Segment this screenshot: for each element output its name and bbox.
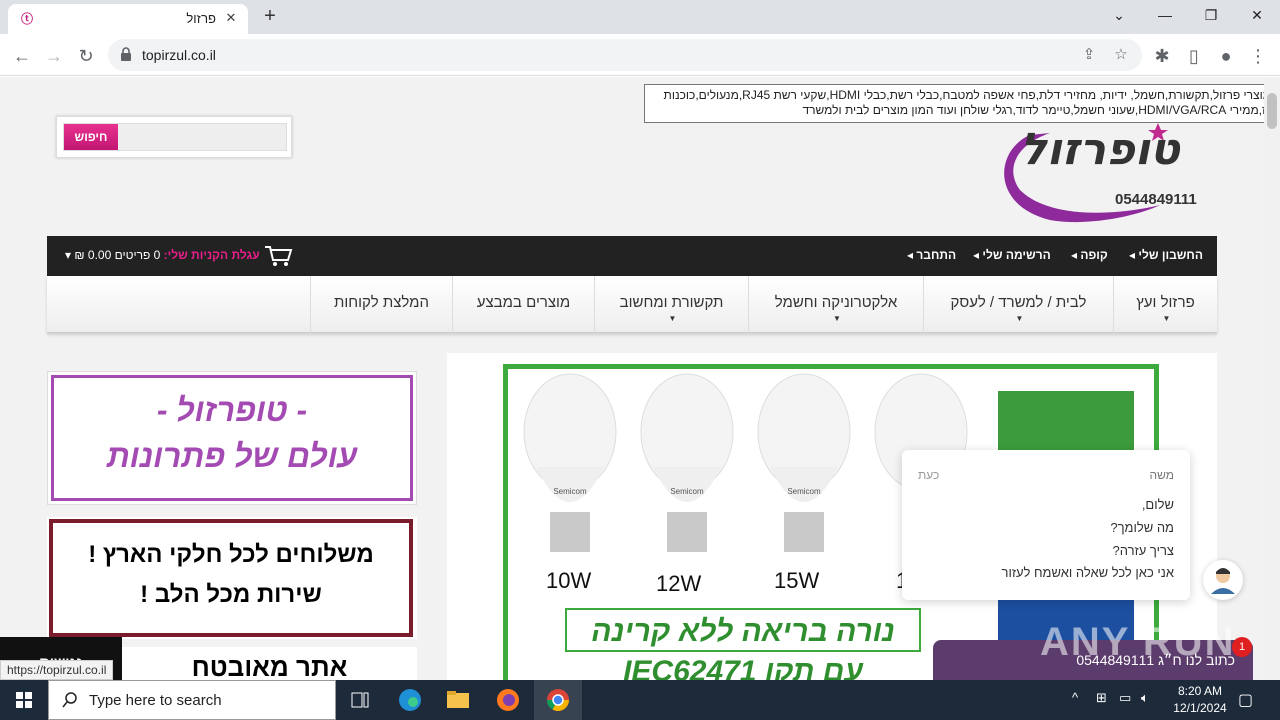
led-bulb-icon: Semicom <box>640 373 734 552</box>
browser-toolbar: ← → ↻ topirzul.co.il ⇪ ☆ ✱ ▯ ● ⋮ <box>0 34 1280 76</box>
chat-agent-avatar[interactable] <box>1203 560 1243 600</box>
logo-text[interactable]: טופרזול <box>1020 124 1180 175</box>
secure-site-banner[interactable]: אתר מאובטח <box>122 647 417 680</box>
side-panel-icon[interactable]: ▯ <box>1180 42 1208 70</box>
clock-time: 8:20 AM <box>1177 684 1223 698</box>
cart-label: עגלת הקניות שלי: <box>163 248 260 262</box>
chrome-icon[interactable] <box>534 680 582 720</box>
chat-message: שלום, <box>1141 497 1174 512</box>
volume-icon[interactable]: 🔈︎ <box>1141 690 1149 706</box>
reload-button[interactable]: ↻ <box>72 42 100 70</box>
chat-message: מה שלומך? <box>1110 520 1174 535</box>
new-tab-button[interactable]: + <box>258 5 282 29</box>
search-button[interactable]: חיפוש <box>64 124 118 150</box>
bookmark-star-icon[interactable]: ☆ <box>1110 44 1132 66</box>
chat-popup[interactable]: משה כעת שלום, מה שלומך? צריך עזרה? אני כ… <box>902 450 1190 600</box>
anyrun-watermark: ANY RUN <box>1040 620 1236 664</box>
chevron-down-icon: ▼ <box>1162 314 1171 323</box>
site-favicon-icon: ⓣ <box>20 12 33 26</box>
page-scrollbar[interactable] <box>1264 77 1280 680</box>
led-bulb-icon: Semicom <box>523 373 617 552</box>
minimize-button[interactable]: — <box>1142 0 1188 30</box>
file-explorer-icon[interactable] <box>434 680 482 720</box>
taskbar-clock[interactable]: 8:20 AM 12/1/2024 <box>1160 683 1240 717</box>
chat-agent-name: משה <box>1149 468 1175 482</box>
chevron-down-icon: ▼ <box>833 314 841 323</box>
header-phone: 0544849111 <box>1115 191 1197 208</box>
forward-button[interactable]: → <box>40 42 68 70</box>
cart-value: 0 פריטים 0.00 ₪ <box>74 248 161 262</box>
chat-time: כעת <box>918 468 940 482</box>
profile-avatar-icon[interactable]: ● <box>1212 42 1240 70</box>
browser-tab[interactable]: ⓣ פרזול ✕ <box>8 4 248 34</box>
shipping-banner-line1: משלוחים לכל חלקי הארץ ! <box>88 541 374 568</box>
slide-subheadline: IEC62471 עם תקן <box>623 655 863 680</box>
tooltip-line: מוצרי פרזול,תקשורת,חשמל, ידיות, מחזירי ד… <box>663 88 1271 102</box>
tab-search-chevron-icon[interactable]: ⌄ <box>1096 0 1142 30</box>
close-window-button[interactable]: ✕ <box>1234 0 1280 30</box>
tooltip-line: גז,ממירי HDMI/VGA/RCA,שעוני חשמל,טיימר ל… <box>802 103 1271 117</box>
my-account-link[interactable]: ◂ החשבון שלי <box>1129 248 1203 262</box>
status-url: https://topirzul.co.il <box>0 660 114 680</box>
led-bulb-icon: Semicom <box>757 373 851 552</box>
cart-summary[interactable]: עגלת הקניות שלי: 0 פריטים 0.00 ₪ ▾ <box>65 248 260 262</box>
windows-start-icon[interactable] <box>0 680 48 720</box>
restore-button[interactable]: ❐ <box>1188 0 1234 30</box>
scrollbar-thumb[interactable] <box>1267 93 1277 129</box>
menu-item-electronics[interactable]: אלקטרוניקה וחשמל ▼ <box>748 276 923 333</box>
logo-tooltip: מוצרי פרזול,תקשורת,חשמל, ידיות, מחזירי ד… <box>644 84 1280 123</box>
extensions-icon[interactable]: ✱ <box>1148 42 1176 70</box>
taskbar-search-placeholder: Type here to search <box>89 692 222 709</box>
menu-item-networking[interactable]: תקשורת ומחשוב ▼ <box>594 276 748 333</box>
windows-taskbar: Type here to search ^ ⊞ ▭ 🔈︎ 8:20 AM 12/… <box>0 680 1280 720</box>
chat-message: צריך עזרה? <box>1112 543 1175 558</box>
svg-text:Semicom: Semicom <box>670 487 704 496</box>
login-link[interactable]: ◂ התחבר <box>907 248 956 262</box>
brand-banner-line2: עולם של פתרונות <box>106 438 358 474</box>
tray-network-device-icon[interactable]: ⊞ <box>1096 690 1107 706</box>
lock-icon <box>121 47 131 61</box>
chevron-down-icon: ▼ <box>668 314 677 323</box>
chevron-down-icon: ▼ <box>1015 314 1024 323</box>
chat-message: אני כאן לכל שאלה ואשמח לעזור <box>1001 565 1174 580</box>
main-menu: פרזול ועץ ▼ לבית / למשרד / לעסק ▼ אלקטרוני… <box>47 276 1217 333</box>
slide-headline: נורה בריאה ללא קרינה <box>565 608 921 652</box>
svg-text:Semicom: Semicom <box>787 487 821 496</box>
taskbar-search[interactable]: Type here to search <box>48 680 336 720</box>
menu-item-hardware[interactable]: פרזול ועץ ▼ <box>1113 276 1217 333</box>
bulb-wattage: 10W <box>546 568 592 593</box>
bulb-wattage: 12W <box>656 571 702 596</box>
menu-item-home-office[interactable]: לבית / למשרד / לעסק ▼ <box>923 276 1113 333</box>
url-text: topirzul.co.il <box>142 47 216 63</box>
network-icon[interactable]: ▭ <box>1119 690 1131 706</box>
cart-dropdown-icon[interactable]: ▾ <box>65 248 71 262</box>
search-icon <box>62 692 77 708</box>
checkout-link[interactable]: ◂ קופה <box>1071 248 1108 262</box>
site-search: חיפוש <box>56 116 292 158</box>
task-view-icon[interactable] <box>336 680 384 720</box>
account-bar: ◂ החשבון שלי ◂ קופה ◂ הרשימה שלי ◂ התחבר… <box>47 236 1217 276</box>
edge-icon[interactable] <box>386 680 434 720</box>
notifications-icon[interactable]: ▢ <box>1238 690 1253 710</box>
brand-banner[interactable]: - טופרזול - עולם של פתרונות <box>47 371 417 505</box>
svg-text:Semicom: Semicom <box>553 487 587 496</box>
firefox-icon[interactable] <box>484 680 532 720</box>
shopping-cart-icon[interactable] <box>263 244 293 268</box>
share-icon[interactable]: ⇪ <box>1078 44 1100 66</box>
tab-title: פרזול <box>186 11 216 26</box>
address-bar[interactable]: topirzul.co.il ⇪ ☆ <box>108 39 1142 71</box>
brand-banner-line1: - טופרזול - <box>156 392 308 428</box>
tray-chevron-icon[interactable]: ^ <box>1072 690 1078 705</box>
menu-item-sale[interactable]: מוצרים במבצע <box>452 276 594 333</box>
menu-item-testimonials[interactable]: המלצת לקוחות <box>310 276 452 333</box>
bulb-wattage: 15W <box>774 568 820 593</box>
my-list-link[interactable]: ◂ הרשימה שלי <box>973 248 1051 262</box>
shipping-banner-line2: שירות מכל הלב ! <box>140 581 322 608</box>
clock-date: 12/1/2024 <box>1173 701 1227 715</box>
browser-tab-strip: ⓣ פרזול ✕ + ⌄ — ❐ ✕ <box>0 0 1280 34</box>
shipping-banner[interactable]: משלוחים לכל חלקי הארץ ! שירות מכל הלב ! <box>47 517 417 639</box>
browser-menu-icon[interactable]: ⋮ <box>1244 42 1272 70</box>
back-button[interactable]: ← <box>8 42 36 70</box>
close-tab-icon[interactable]: ✕ <box>222 9 240 27</box>
